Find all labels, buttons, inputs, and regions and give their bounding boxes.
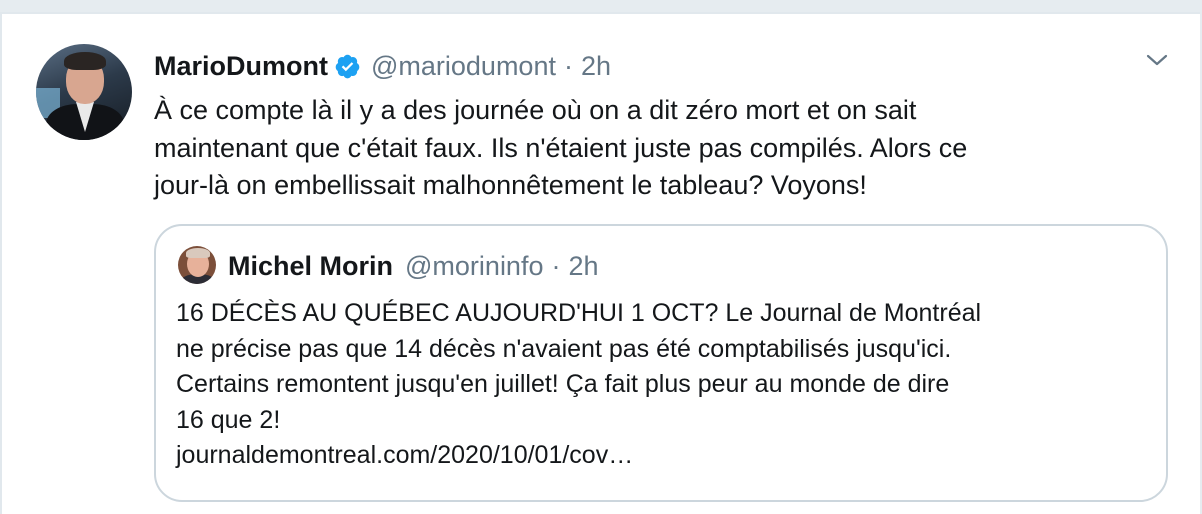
quoted-author-avatar[interactable]	[178, 246, 216, 284]
quoted-avatar-hair	[186, 248, 210, 258]
tweet-timestamp[interactable]: 2h	[581, 51, 611, 82]
separator-dot: ·	[563, 50, 573, 81]
quoted-timestamp: 2h	[568, 250, 599, 281]
quoted-author-handle: @morininfo	[405, 250, 544, 281]
tweet-card[interactable]: MarioDumont @mariodumont · 2h À ce compt…	[0, 12, 1200, 514]
quoted-tweet-header: Michel Morin @morininfo · 2h	[228, 246, 599, 286]
quoted-separator-dot: ·	[551, 250, 561, 281]
tweet-header: MarioDumont @mariodumont · 2h	[154, 46, 611, 86]
avatar-hair	[64, 52, 106, 70]
quoted-tweet-text: 16 DÉCÈS AU QUÉBEC AUJOURD'HUI 1 OCT? Le…	[176, 299, 982, 469]
chevron-down-icon[interactable]	[1142, 48, 1172, 72]
verified-badge-icon	[334, 53, 361, 80]
quoted-author-name: Michel Morin	[228, 250, 394, 281]
quoted-tweet[interactable]: Michel Morin @morininfo · 2h 16 DÉCÈS AU…	[154, 224, 1168, 502]
author-name[interactable]: MarioDumont	[154, 51, 328, 82]
author-handle[interactable]: @mariodumont	[371, 51, 556, 82]
author-avatar[interactable]	[36, 44, 132, 140]
tweet-text: À ce compte là il y a des journée où on …	[154, 95, 968, 200]
